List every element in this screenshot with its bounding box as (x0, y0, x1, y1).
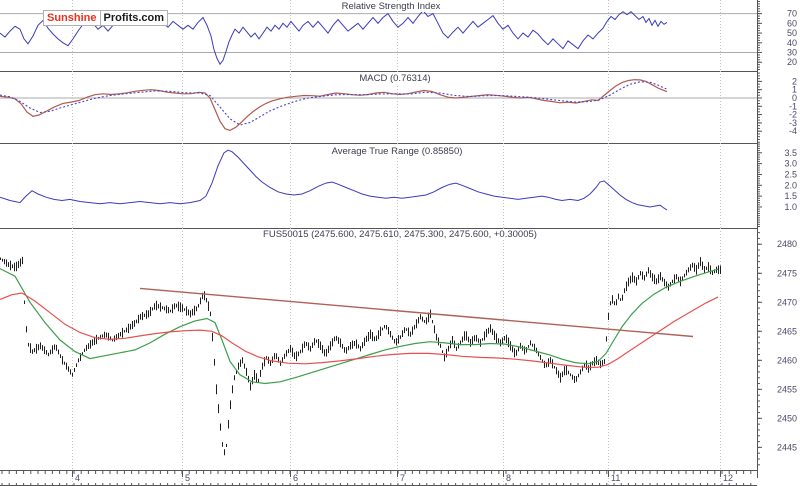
svg-text:1.0: 1.0 (784, 202, 797, 212)
svg-text:2.5: 2.5 (784, 169, 797, 179)
svg-text:60: 60 (787, 18, 797, 28)
panel-title-price: FUS50015 (2475.600, 2475.610, 2475.300, … (260, 229, 540, 240)
x-axis-label: 6 (293, 473, 298, 483)
svg-text:2.0: 2.0 (784, 180, 797, 190)
svg-text:40: 40 (787, 38, 797, 48)
svg-text:2470: 2470 (777, 297, 797, 307)
x-axis-label: 4 (75, 473, 80, 483)
svg-text:2465: 2465 (777, 326, 797, 336)
svg-text:1.5: 1.5 (784, 191, 797, 201)
panel-title-macd: MACD (0.76314) (356, 73, 433, 84)
x-axis: 4 5 6 7 8 11 12 (0, 470, 757, 486)
panel-title-rsi: Relative Strength Index (339, 1, 444, 12)
svg-text:50: 50 (787, 28, 797, 38)
svg-text:2480: 2480 (777, 239, 797, 249)
x-axis-label: 5 (185, 473, 190, 483)
x-axis-label: 11 (611, 473, 620, 483)
x-axis-label: 8 (506, 473, 511, 483)
macd-line (0, 80, 667, 131)
svg-text:2445: 2445 (777, 442, 797, 452)
svg-text:30: 30 (787, 48, 797, 58)
x-axis-label: 12 (723, 473, 733, 483)
logo-profits-text: Profits.com (100, 10, 169, 26)
macd-signal-line (0, 82, 667, 125)
svg-text:2450: 2450 (777, 413, 797, 423)
atr-line (0, 150, 667, 210)
chart-root: 706050403020210-1-2-3-43.53.02.52.01.51.… (0, 0, 800, 486)
svg-text:20: 20 (787, 57, 797, 67)
ma-fast-green (0, 269, 718, 384)
svg-text:2460: 2460 (777, 355, 797, 365)
svg-text:3.5: 3.5 (784, 148, 797, 158)
sunshine-profits-logo: SunshineProfits.com (43, 10, 168, 26)
price-bars (1, 257, 721, 455)
panel-price: 2480 2475 2470 2465 2460 2455 2450 2445 (0, 228, 797, 471)
logo-sunshine-text: Sunshine (43, 10, 101, 26)
svg-text:70: 70 (787, 9, 797, 19)
panel-title-atr: Average True Range (0.85850) (329, 146, 466, 157)
svg-text:-4: -4 (789, 126, 797, 136)
svg-text:2475: 2475 (777, 268, 797, 278)
resistance-trendline (140, 288, 693, 336)
svg-text:3.0: 3.0 (784, 159, 797, 169)
x-axis-label: 7 (400, 473, 405, 483)
svg-text:2455: 2455 (777, 384, 797, 394)
